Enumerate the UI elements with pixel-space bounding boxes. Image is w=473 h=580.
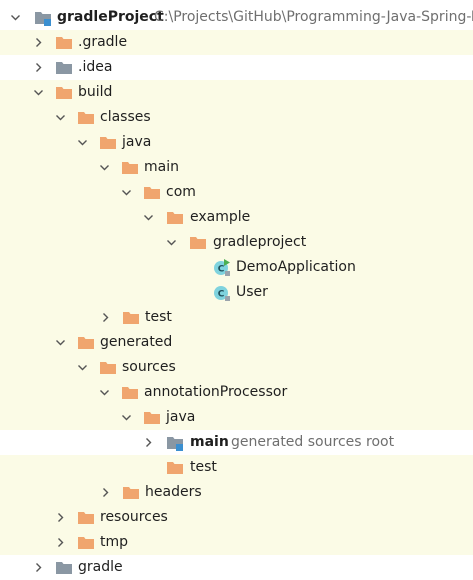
tree-row-idea[interactable]: .idea [0,55,473,80]
tree-item-label: test [190,459,217,475]
folder-icon [166,209,184,227]
tree-row-gradle[interactable]: gradle [0,555,473,580]
tree-row-java-generated[interactable]: java [0,405,473,430]
class-icon: C [213,284,231,302]
generated-sources-root-hint: generated sources root [231,434,395,450]
tree-item-label: main [190,434,229,450]
tree-row-user[interactable]: C User [0,280,473,305]
chevron-down-icon[interactable] [99,387,110,398]
folder-icon [122,309,140,327]
tree-item-label: DemoApplication [236,259,356,275]
project-tree: gradleProject C:\Projects\GitHub\Program… [0,5,473,580]
folder-icon [99,134,117,152]
tree-item-label: gradle [78,559,123,575]
tree-item-label: resources [100,509,168,525]
tree-row-build[interactable]: build [0,80,473,105]
folder-icon [77,509,95,527]
folder-icon [189,234,207,252]
tree-item-label: java [166,409,196,425]
tree-item-label: .idea [78,59,113,75]
folder-icon [166,459,184,477]
chevron-right-icon[interactable] [100,487,111,498]
chevron-down-icon[interactable] [77,362,88,373]
tree-item-label: .gradle [78,34,128,50]
folder-icon [55,59,73,77]
chevron-down-icon[interactable] [166,237,177,248]
source-root-folder-icon [166,434,184,452]
tree-item-label: generated [100,334,173,350]
chevron-down-icon[interactable] [55,112,66,123]
chevron-down-icon[interactable] [143,212,154,223]
chevron-down-icon[interactable] [121,187,132,198]
chevron-right-icon[interactable] [100,312,111,323]
runnable-class-icon: C [213,259,231,277]
folder-icon [55,559,73,577]
chevron-right-icon[interactable] [33,37,44,48]
tree-item-label: build [78,84,113,100]
tree-row-test[interactable]: test [0,305,473,330]
chevron-right-icon[interactable] [33,562,44,573]
tree-item-label: test [145,309,172,325]
chevron-down-icon[interactable] [10,12,21,23]
tree-item-label: main [144,159,179,175]
tree-item-label: gradleproject [213,234,307,250]
folder-icon [121,159,139,177]
tree-row-gradleproject[interactable]: gradleproject [0,230,473,255]
tree-row-java[interactable]: java [0,130,473,155]
tree-row-main-generated-root[interactable]: main generated sources root [0,430,473,455]
tree-row-resources[interactable]: resources [0,505,473,530]
svg-text:C: C [218,290,225,300]
folder-icon [77,534,95,552]
folder-icon [55,34,73,52]
chevron-right-icon[interactable] [33,62,44,73]
tree-row-generated[interactable]: generated [0,330,473,355]
tree-row-headers[interactable]: headers [0,480,473,505]
chevron-down-icon[interactable] [55,337,66,348]
chevron-down-icon[interactable] [77,137,88,148]
folder-icon [77,109,95,127]
chevron-right-icon[interactable] [55,537,66,548]
folder-icon [122,484,140,502]
tree-row-dot-gradle[interactable]: .gradle [0,30,473,55]
chevron-down-icon[interactable] [99,162,110,173]
tree-item-label: annotationProcessor [144,384,288,400]
tree-row-tmp[interactable]: tmp [0,530,473,555]
chevron-right-icon[interactable] [143,437,154,448]
project-path: C:\Projects\GitHub\Programming-Java-Spri… [154,9,473,25]
module-folder-icon [34,9,52,27]
tree-item-label: tmp [100,534,129,550]
tree-row-classes[interactable]: classes [0,105,473,130]
svg-text:C: C [218,265,225,275]
tree-row-sources[interactable]: sources [0,355,473,380]
tree-row-main[interactable]: main [0,155,473,180]
folder-icon [121,384,139,402]
tree-item-label: headers [145,484,202,500]
chevron-right-icon[interactable] [55,512,66,523]
tree-item-label: sources [122,359,176,375]
chevron-down-icon[interactable] [33,87,44,98]
folder-icon [55,84,73,102]
tree-row-test-generated[interactable]: test [0,455,473,480]
tree-item-label: classes [100,109,151,125]
tree-item-label: java [122,134,152,150]
folder-icon [99,359,117,377]
tree-row-example[interactable]: example [0,205,473,230]
tree-row-com[interactable]: com [0,180,473,205]
tree-item-label: com [166,184,196,200]
project-name: gradleProject [57,9,164,25]
tree-row-annotationprocessor[interactable]: annotationProcessor [0,380,473,405]
folder-icon [77,334,95,352]
tree-row-project-root[interactable]: gradleProject C:\Projects\GitHub\Program… [0,5,473,30]
folder-icon [143,184,161,202]
chevron-down-icon[interactable] [121,412,132,423]
tree-item-label: User [236,284,268,300]
folder-icon [143,409,161,427]
tree-row-demoapplication[interactable]: C DemoApplication [0,255,473,280]
tree-item-label: example [190,209,251,225]
